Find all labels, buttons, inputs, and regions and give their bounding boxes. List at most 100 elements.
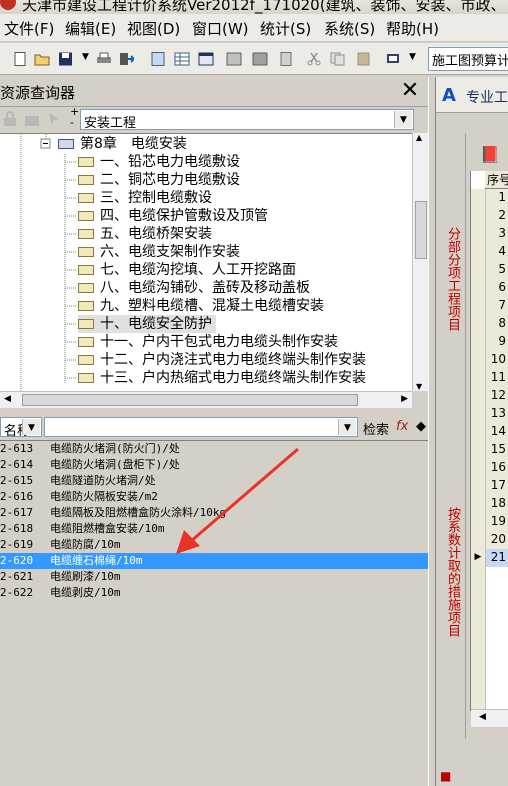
report-icon[interactable] (226, 52, 242, 66)
table-row[interactable]: 11 (471, 369, 508, 387)
book-tool-icon[interactable]: ◆ (416, 419, 426, 434)
table-row[interactable]: 3 (471, 225, 508, 243)
table-row[interactable]: ▶ 21 (471, 549, 508, 567)
tree-item[interactable]: 七、电缆沟挖填、人工开挖路面 (78, 261, 296, 279)
table-row[interactable]: 7 (471, 297, 508, 315)
list-item[interactable]: 2-621 电缆刷漆/10m (0, 569, 428, 585)
scroll-left-icon[interactable]: ◀ (4, 394, 11, 404)
cut-icon[interactable] (306, 52, 322, 66)
menu-system[interactable]: 系统(S) (324, 18, 375, 39)
scroll-down-icon[interactable]: ▼ (416, 382, 422, 391)
scroll-thumb[interactable] (415, 201, 427, 259)
tool-dropdown-icon[interactable]: ▼ (409, 52, 416, 62)
table-row[interactable]: 12 (471, 387, 508, 405)
search-button[interactable]: 检索 (363, 419, 389, 438)
panel-splitter[interactable] (428, 77, 436, 786)
right-tab-title[interactable]: 专业工 (466, 87, 508, 107)
list-item[interactable]: 2-616 电缆防火隔板安装/m2 (0, 489, 428, 505)
list-item-selected[interactable]: 2-620 电缆缠石棉绳/10m (0, 553, 428, 569)
tree-horizontal-scrollbar[interactable]: ◀ ▶ (0, 391, 412, 408)
table-row[interactable]: 2 (471, 207, 508, 225)
table-row[interactable]: 17 (471, 477, 508, 495)
list-item[interactable]: 2-619 电缆防腐/10m (0, 537, 428, 553)
scroll-right-icon[interactable]: ▶ (401, 394, 408, 404)
settings-tool-icon[interactable] (386, 52, 402, 66)
tree-item[interactable]: 十一、户内干包式电力电缆头制作安装 (78, 333, 338, 351)
window-layout-icon[interactable] (198, 52, 214, 66)
table-row[interactable]: 19 (471, 513, 508, 531)
list-item[interactable]: 2-618 电缆阻燃槽盒安装/10m (0, 521, 428, 537)
tree-item[interactable]: 三、控制电缆敷设 (78, 189, 212, 207)
table-row[interactable]: 8 (471, 315, 508, 333)
tree-item[interactable]: 五、电缆桥架安装 (78, 225, 212, 243)
menu-file[interactable]: 文件(F) (4, 18, 54, 39)
tree-chapter[interactable]: 第8章 电缆安装 (58, 135, 187, 153)
list-item[interactable]: 2-622 电缆剥皮/10m (0, 585, 428, 601)
table-row[interactable] (471, 585, 508, 603)
scroll-up-icon[interactable]: ▲ (416, 133, 422, 142)
table-row[interactable]: 18 (471, 495, 508, 513)
table-row[interactable]: 20 (471, 531, 508, 549)
menu-statistics[interactable]: 统计(S) (260, 18, 311, 39)
tab-coefficient-measures[interactable]: 按系数计取的措施项目 (438, 507, 466, 637)
search-input[interactable]: ▼ (44, 417, 358, 437)
folder-lock-icon[interactable] (24, 111, 40, 127)
table-row[interactable] (471, 675, 508, 693)
table-edit-icon[interactable] (174, 52, 190, 66)
chevron-down-icon[interactable]: ▼ (394, 111, 412, 128)
table-row[interactable] (471, 657, 508, 675)
tree-item-selected[interactable]: 十、电缆安全防护 (78, 315, 216, 333)
bottom-tab-icon[interactable]: ■ (440, 769, 451, 783)
book-icon[interactable]: 📕 (480, 145, 500, 164)
grid-horizontal-scrollbar[interactable]: ◀ (471, 709, 508, 727)
lock-icon[interactable] (2, 111, 18, 127)
print-icon[interactable] (96, 52, 112, 66)
new-file-icon[interactable] (12, 52, 28, 66)
document-icon[interactable] (278, 52, 294, 66)
tree-item[interactable]: 十二、户内浇注式电力电缆终端头制作安装 (78, 351, 366, 369)
tree-item[interactable]: 四、电缆保护管敷设及顶管 (78, 207, 268, 225)
project-type-select[interactable]: 施工图预算计价 (428, 47, 508, 71)
table-row[interactable]: 15 (471, 441, 508, 459)
exit-icon[interactable] (118, 52, 134, 66)
chevron-down-icon[interactable]: ▼ (338, 419, 356, 435)
tree-item[interactable]: 八、电缆沟铺砂、盖砖及移动盖板 (78, 279, 310, 297)
menu-edit[interactable]: 编辑(E) (65, 18, 116, 39)
list-item[interactable]: 2-617 电缆隔板及阻燃槽盒防火涂料/10kg (0, 505, 428, 521)
table-row[interactable]: 13 (471, 405, 508, 423)
table-row[interactable]: 4 (471, 243, 508, 261)
calculator-icon[interactable] (150, 52, 166, 66)
close-icon[interactable]: ✕ (398, 80, 422, 104)
table-row[interactable]: 14 (471, 423, 508, 441)
table-row[interactable]: 5 (471, 261, 508, 279)
tree-item[interactable]: 二、铜芯电力电缆敷设 (78, 171, 240, 189)
tree-item[interactable]: 十三、户内热缩式电力电缆终端头制作安装 (78, 369, 366, 387)
tree-item[interactable]: 一、铅芯电力电缆敷设 (78, 153, 240, 171)
field-select[interactable]: 名称 ▼ (0, 417, 42, 437)
open-folder-icon[interactable] (34, 52, 50, 66)
list-item[interactable]: 2-614 电缆防火堵洞(盘柜下)/处 (0, 457, 428, 473)
tree-item[interactable]: 六、电缆支架制作安装 (78, 243, 240, 261)
table-row[interactable] (471, 621, 508, 639)
menu-help[interactable]: 帮助(H) (386, 18, 439, 39)
tree-vertical-scrollbar[interactable]: ▲ ▼ (412, 133, 428, 391)
menu-window[interactable]: 窗口(W) (192, 18, 249, 39)
cursor-icon[interactable] (46, 111, 62, 127)
export-icon[interactable] (252, 52, 268, 66)
table-row[interactable]: 6 (471, 279, 508, 297)
list-item[interactable]: 2-615 电缆隧道防火堵洞/处 (0, 473, 428, 489)
category-combo[interactable]: 安装工程 ▼ (80, 109, 414, 130)
list-item[interactable]: 2-613 电缆防火堵洞(防火门)/处 (0, 441, 428, 457)
table-row[interactable]: 1 (471, 189, 508, 207)
menu-view[interactable]: 视图(D) (127, 18, 180, 39)
tree-item[interactable]: 九、塑料电缆槽、混凝土电缆槽安装 (78, 297, 324, 315)
table-row[interactable] (471, 639, 508, 657)
expand-collapse-icon[interactable]: + - (70, 106, 79, 128)
table-row[interactable] (471, 603, 508, 621)
table-row[interactable]: 10 (471, 351, 508, 369)
save-icon[interactable] (58, 52, 74, 66)
table-row[interactable]: 9 (471, 333, 508, 351)
chevron-down-icon[interactable]: ▼ (22, 419, 40, 435)
copy-icon[interactable] (330, 52, 346, 66)
scroll-left-icon[interactable]: ◀ (479, 712, 486, 722)
